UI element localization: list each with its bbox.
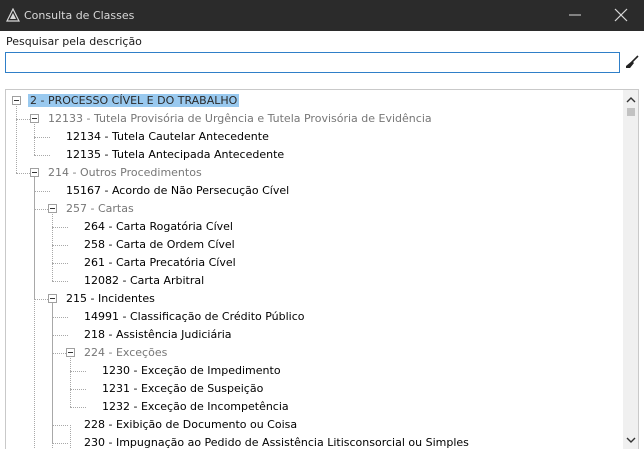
tree-node[interactable]: 230 - Impugnação ao Pedido de Assistênci…	[82, 434, 471, 449]
scroll-down-button[interactable]	[623, 432, 638, 448]
tree-node[interactable]: 264 - Carta Rogatória Cível	[82, 218, 235, 236]
tree-connector	[52, 443, 68, 444]
tree-connector	[34, 155, 50, 156]
tree-connector	[70, 389, 86, 390]
tree-node-label: 257 - Cartas	[66, 202, 134, 215]
tree-node[interactable]: 214 - Outros Procedimentos	[46, 164, 204, 182]
tree-node-label: 214 - Outros Procedimentos	[48, 166, 202, 179]
tree-node[interactable]: 2 - PROCESSO CÍVEL E DO TRABALHO	[28, 92, 240, 110]
scroll-thumb[interactable]	[627, 108, 635, 116]
tree-node-label: 12135 - Tutela Antecipada Antecedente	[66, 148, 285, 161]
tree-node[interactable]: 12082 - Carta Arbitral	[82, 272, 206, 290]
tree-node-label: 15167 - Acordo de Não Persecução Cível	[66, 184, 290, 197]
vertical-scrollbar[interactable]	[623, 90, 638, 449]
tree-node-label: 224 - Exceções	[84, 346, 168, 359]
tree-node-label: 264 - Carta Rogatória Cível	[84, 220, 233, 233]
app-triangle-icon	[6, 7, 20, 22]
collapse-icon[interactable]	[12, 96, 21, 105]
tree-connector	[52, 317, 68, 318]
tree-node[interactable]: 218 - Assistência Judiciária	[82, 326, 234, 344]
tree-connector	[52, 227, 68, 228]
tree-node[interactable]: 14991 - Classificação de Crédito Público	[82, 308, 307, 326]
tree-connector	[70, 407, 86, 408]
window-title: Consulta de Classes	[24, 9, 135, 22]
tree-node-label: 258 - Carta de Ordem Cível	[84, 238, 235, 251]
tree-node-label: 12133 - Tutela Provisória de Urgência e …	[48, 112, 432, 125]
tree-connector	[52, 281, 68, 282]
tree-node[interactable]: 261 - Carta Precatória Cível	[82, 254, 238, 272]
tree-connector	[52, 425, 68, 426]
close-icon	[614, 8, 628, 22]
title-bar: Consulta de Classes	[0, 0, 644, 31]
tree-node[interactable]: 228 - Exibição de Documento ou Coisa	[82, 416, 299, 434]
tree-connector	[52, 335, 68, 336]
tree-node-label: 261 - Carta Precatória Cível	[84, 256, 236, 269]
close-button[interactable]	[598, 0, 644, 31]
tree-connector	[70, 425, 71, 449]
minimize-button[interactable]	[552, 0, 598, 31]
tree-node[interactable]: 12135 - Tutela Antecipada Antecedente	[64, 146, 286, 164]
collapse-icon[interactable]	[30, 168, 39, 177]
tree-node-label: 12082 - Carta Arbitral	[84, 274, 205, 287]
tree-connector	[34, 173, 35, 449]
tree-node-label: 2 - PROCESSO CÍVEL E DO TRABALHO	[28, 94, 240, 107]
collapse-icon[interactable]	[66, 348, 75, 357]
tree-node-label: 1230 - Exceção de Impedimento	[102, 364, 281, 377]
tree-node-label: 1231 - Exceção de Suspeição	[102, 382, 264, 395]
tree-node[interactable]: 15167 - Acordo de Não Persecução Cível	[64, 182, 291, 200]
tree-connector	[52, 263, 68, 264]
tree-node-label: 218 - Assistência Judiciária	[84, 328, 232, 341]
tree-connector	[34, 137, 50, 138]
tree-node-label: 228 - Exibição de Documento ou Coisa	[84, 418, 298, 431]
tree-node[interactable]: 12133 - Tutela Provisória de Urgência e …	[46, 110, 434, 128]
collapse-icon[interactable]	[30, 114, 39, 123]
tree-connector	[70, 358, 71, 407]
collapse-icon[interactable]	[48, 294, 57, 303]
broom-icon	[626, 55, 639, 68]
tree-connector	[34, 124, 35, 155]
scroll-up-button[interactable]	[623, 92, 638, 108]
tree-node[interactable]: 1231 - Exceção de Suspeição	[100, 380, 265, 398]
tree-connector	[52, 299, 53, 449]
tree-node-label: 215 - Incidentes	[66, 292, 155, 305]
tree-node[interactable]: 224 - Exceções	[82, 344, 169, 362]
tree-connector	[70, 371, 86, 372]
tree-node-label: 12134 - Tutela Cautelar Antecedente	[66, 130, 269, 143]
tree-node-label: 14991 - Classificação de Crédito Público	[84, 310, 305, 323]
clear-search-button[interactable]	[623, 52, 642, 73]
tree-connector	[52, 245, 68, 246]
minimize-icon	[569, 14, 581, 16]
tree-node[interactable]: 1230 - Exceção de Impedimento	[100, 362, 283, 380]
tree-connector	[52, 214, 53, 281]
class-tree[interactable]: 2 - PROCESSO CÍVEL E DO TRABALHO 12133 - …	[5, 89, 639, 449]
tree-node[interactable]: 258 - Carta de Ordem Cível	[82, 236, 237, 254]
tree-connector	[34, 191, 50, 192]
tree-node[interactable]: 257 - Cartas	[64, 200, 136, 218]
chevron-down-icon	[626, 437, 636, 443]
tree-node-label: 1232 - Exceção de Incompetência	[102, 400, 289, 413]
tree-node[interactable]: 215 - Incidentes	[64, 290, 157, 308]
tree-connector	[16, 106, 17, 173]
collapse-icon[interactable]	[48, 204, 57, 213]
tree-node[interactable]: 12134 - Tutela Cautelar Antecedente	[64, 128, 271, 146]
tree-content: 2 - PROCESSO CÍVEL E DO TRABALHO 12133 - …	[6, 90, 621, 449]
search-input[interactable]	[5, 52, 620, 73]
tree-node-label: 230 - Impugnação ao Pedido de Assistênci…	[84, 436, 469, 449]
search-label: Pesquisar pela descrição	[6, 35, 142, 48]
chevron-up-icon	[626, 97, 636, 103]
tree-node[interactable]: 1232 - Exceção de Incompetência	[100, 398, 291, 416]
